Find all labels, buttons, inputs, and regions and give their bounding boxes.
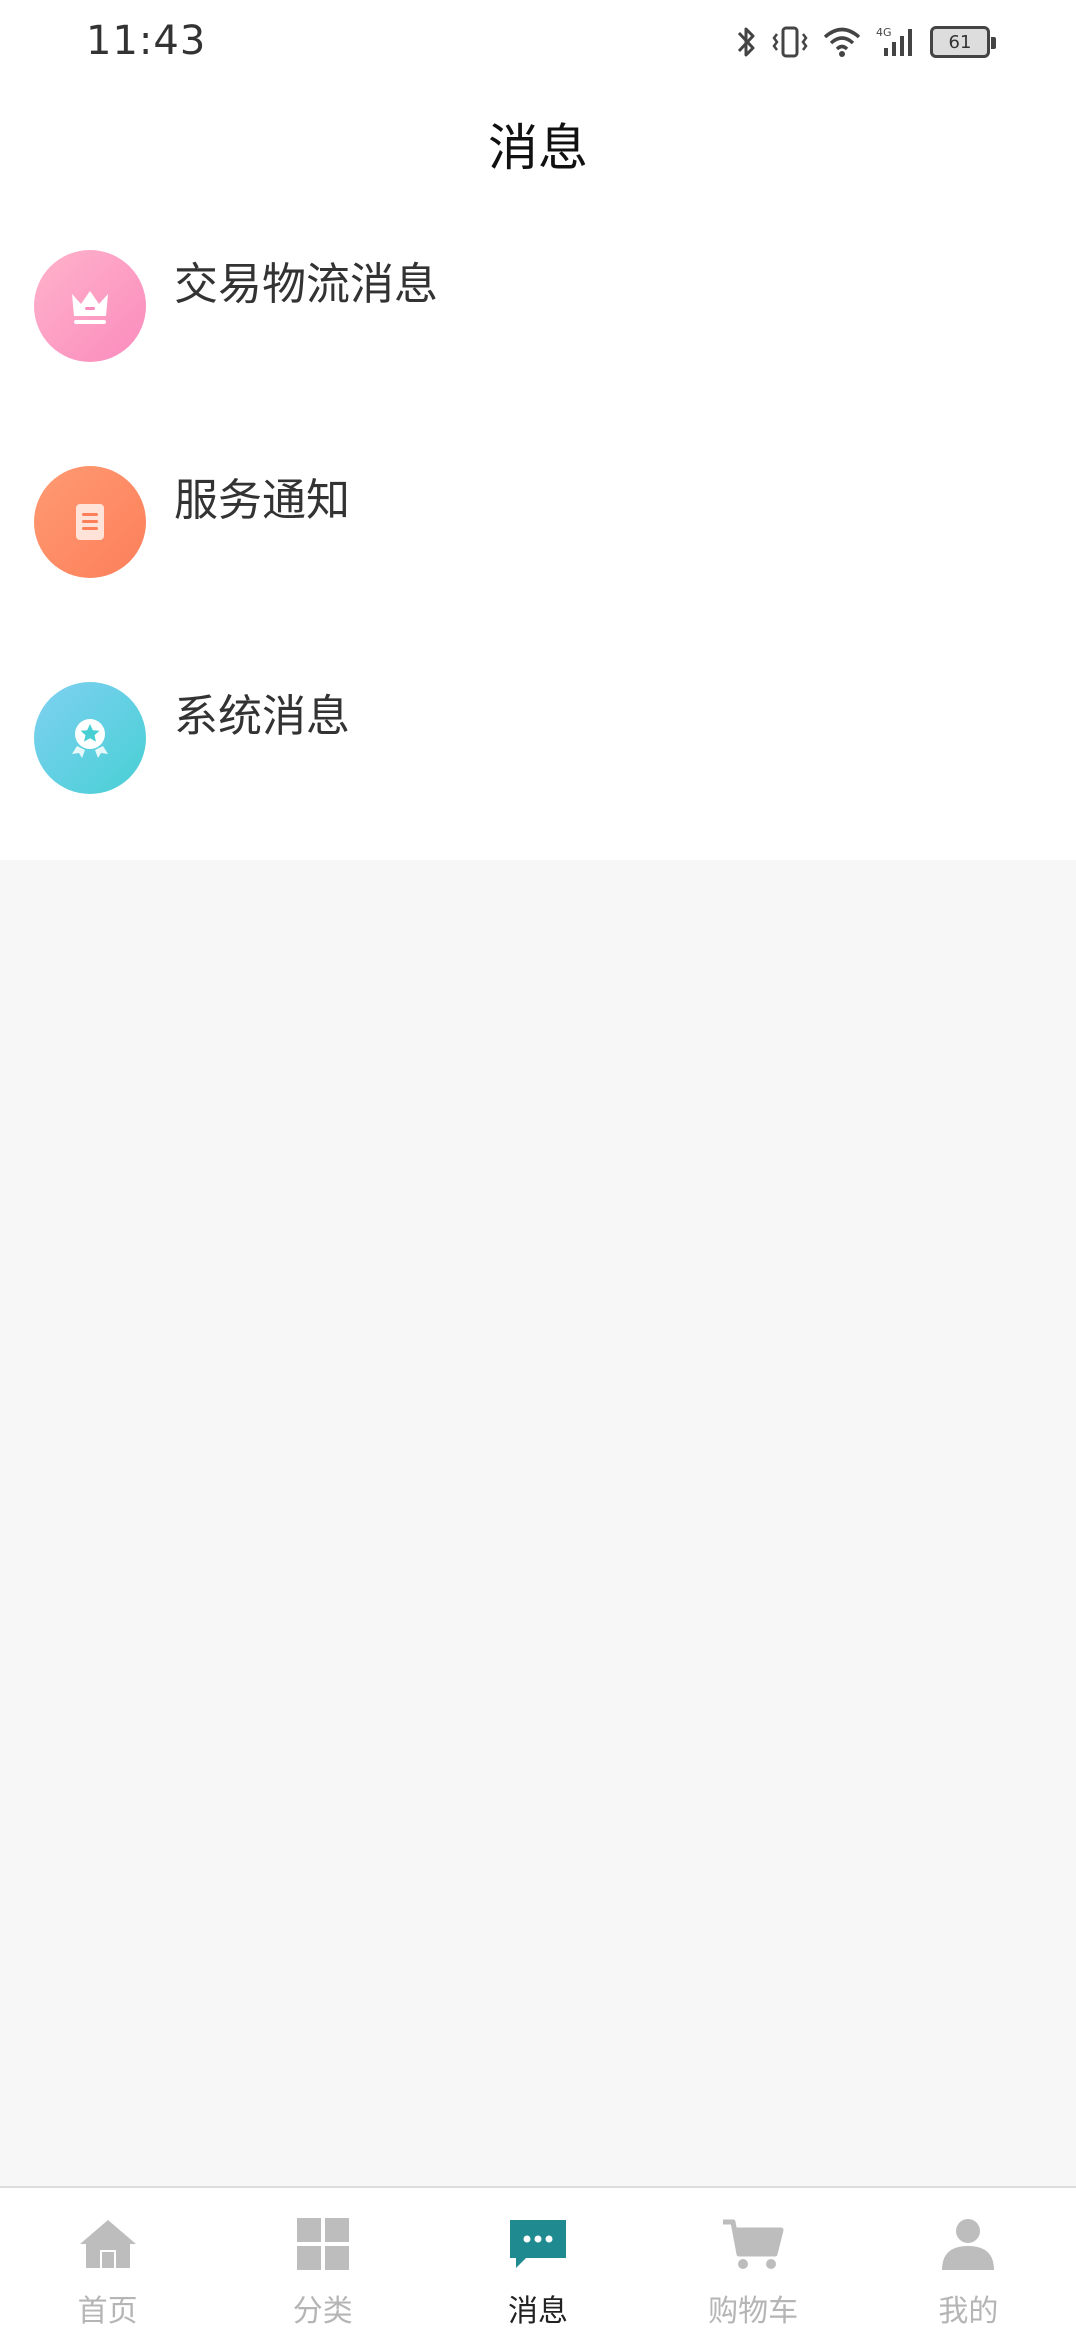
vibrate-icon — [772, 26, 808, 58]
tab-bar: 首页 分类 消息 购物车 我的 — [0, 2186, 1076, 2336]
message-label: 交易物流消息 — [174, 259, 438, 310]
network-label: 4G — [876, 26, 892, 39]
tab-label: 购物车 — [708, 2294, 799, 2329]
battery-level: 61 — [948, 31, 972, 53]
chat-icon — [506, 2212, 570, 2276]
status-time: 11:43 — [86, 18, 207, 64]
tab-label: 我的 — [938, 2294, 999, 2329]
message-label: 服务通知 — [174, 475, 350, 526]
cart-icon — [721, 2212, 785, 2276]
tab-profile[interactable]: 我的 — [861, 2188, 1076, 2336]
grid-icon — [291, 2212, 355, 2276]
crown-icon — [34, 250, 146, 362]
tab-messages[interactable]: 消息 — [430, 2188, 645, 2336]
page-title: 消息 — [488, 119, 588, 177]
medal-icon — [34, 682, 146, 794]
user-icon — [936, 2212, 1000, 2276]
header: 消息 — [0, 84, 1076, 204]
battery-icon: 61 — [930, 26, 996, 58]
message-list: 交易物流消息 服务通知 系统消息 — [0, 204, 1076, 860]
screen: 11:43 4G 61 消息 交易物流消息 服务通知 系统消息 首页 分类 消息… — [0, 0, 1076, 2336]
tab-category[interactable]: 分类 — [215, 2188, 430, 2336]
status-icons: 4G 61 — [734, 20, 996, 64]
tab-cart[interactable]: 购物车 — [646, 2188, 861, 2336]
message-item-service-notice[interactable]: 服务通知 — [0, 420, 1076, 636]
home-icon — [76, 2212, 140, 2276]
tab-label: 分类 — [292, 2294, 353, 2329]
book-icon — [34, 466, 146, 578]
message-item-system[interactable]: 系统消息 — [0, 636, 1076, 852]
bluetooth-icon — [737, 27, 755, 57]
message-label: 系统消息 — [174, 691, 350, 742]
wifi-icon — [823, 27, 861, 57]
tab-home[interactable]: 首页 — [0, 2188, 215, 2336]
tab-label: 首页 — [77, 2294, 138, 2329]
status-bar: 11:43 4G 61 — [0, 0, 1076, 84]
message-item-trade-logistics[interactable]: 交易物流消息 — [0, 204, 1076, 420]
signal-icon: 4G — [876, 26, 912, 56]
tab-label: 消息 — [507, 2294, 568, 2329]
